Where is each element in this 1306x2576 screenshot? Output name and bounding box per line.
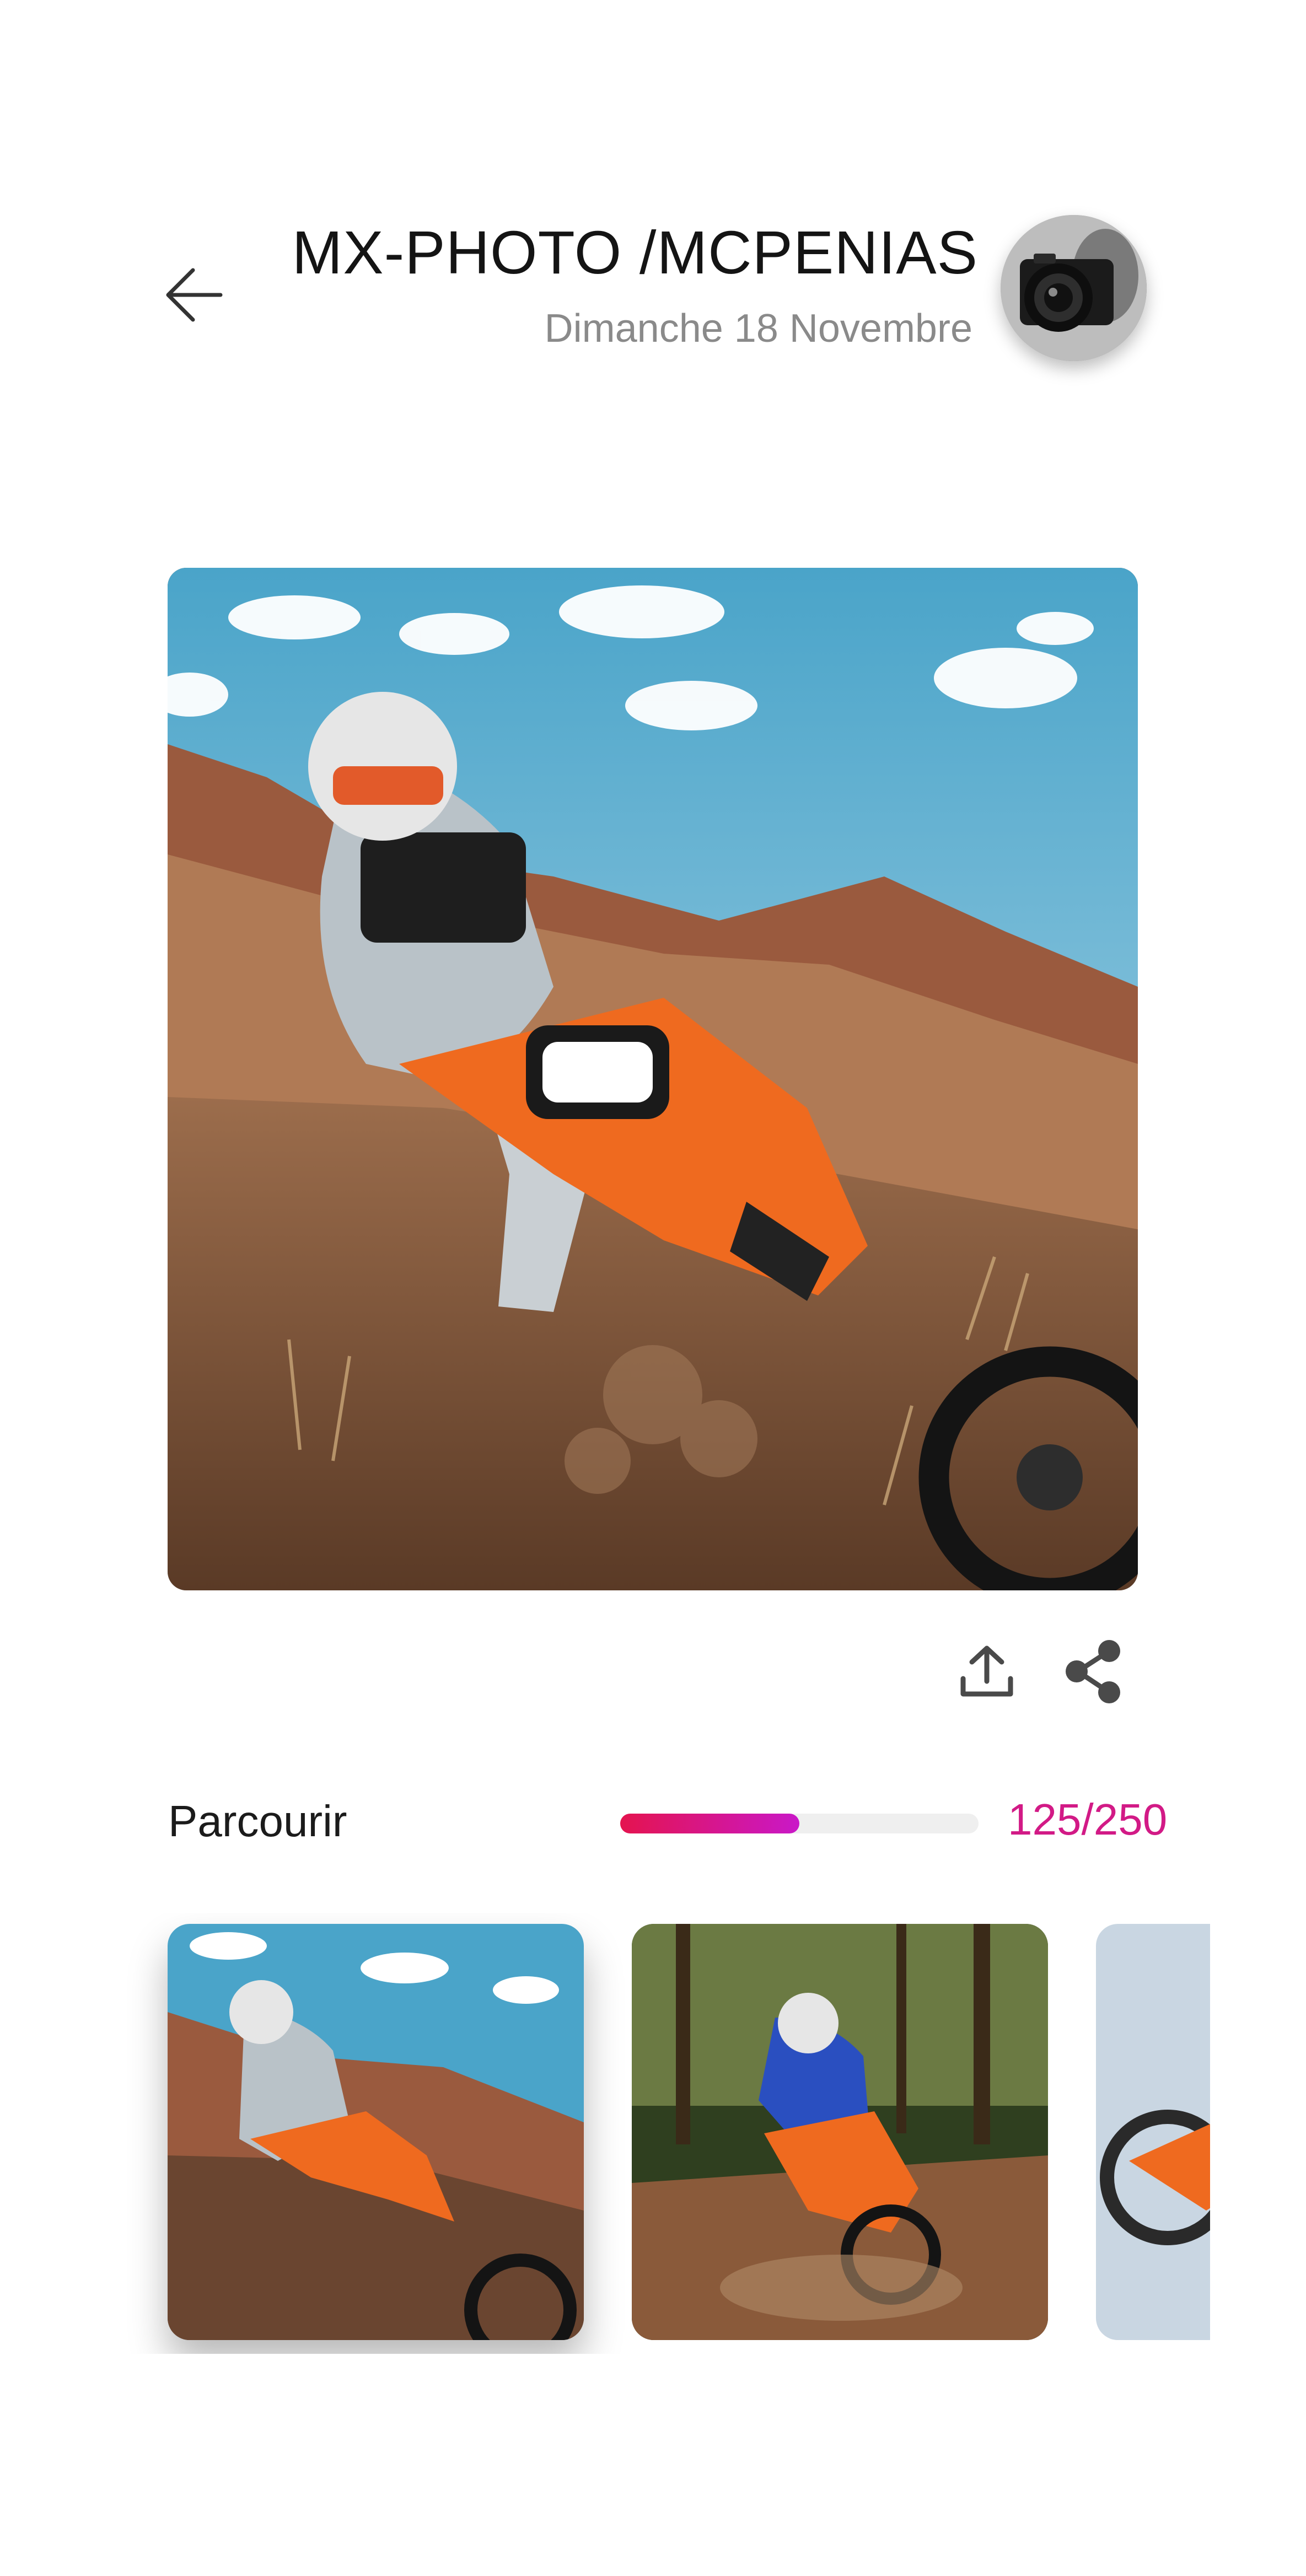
thumbnail-image-rider-316 bbox=[168, 1924, 584, 2340]
browse-progress-bar bbox=[620, 1814, 979, 1833]
motocross-photo bbox=[168, 568, 1138, 1590]
thumbnail-strip[interactable] bbox=[0, 1913, 1210, 2354]
browse-label: Parcourir bbox=[168, 1797, 347, 1846]
thumbnail-3[interactable] bbox=[1096, 1924, 1210, 2340]
back-button[interactable] bbox=[160, 259, 232, 331]
browse-count: 125/250 bbox=[1008, 1795, 1168, 1844]
avatar[interactable] bbox=[1001, 215, 1147, 361]
thumbnail-1[interactable] bbox=[168, 1924, 584, 2340]
share-button[interactable] bbox=[1058, 1637, 1127, 1706]
post-date: Dimanche 18 Novembre bbox=[544, 306, 972, 351]
thumbnail-image-rider-19 bbox=[632, 1924, 1048, 2340]
thumbnail-2[interactable] bbox=[632, 1924, 1048, 2340]
share-icon bbox=[1066, 1640, 1120, 1703]
main-photo[interactable] bbox=[168, 568, 1138, 1590]
upload-icon bbox=[960, 1645, 1013, 1697]
page-title: MX-PHOTO /MCPENIAS bbox=[292, 219, 978, 287]
arrow-left-icon bbox=[166, 268, 223, 322]
upload-button[interactable] bbox=[956, 1640, 1017, 1701]
browse-progress-fill bbox=[620, 1814, 799, 1833]
camera-icon bbox=[1001, 215, 1147, 361]
thumbnail-image-bike-jump bbox=[1096, 1924, 1210, 2340]
